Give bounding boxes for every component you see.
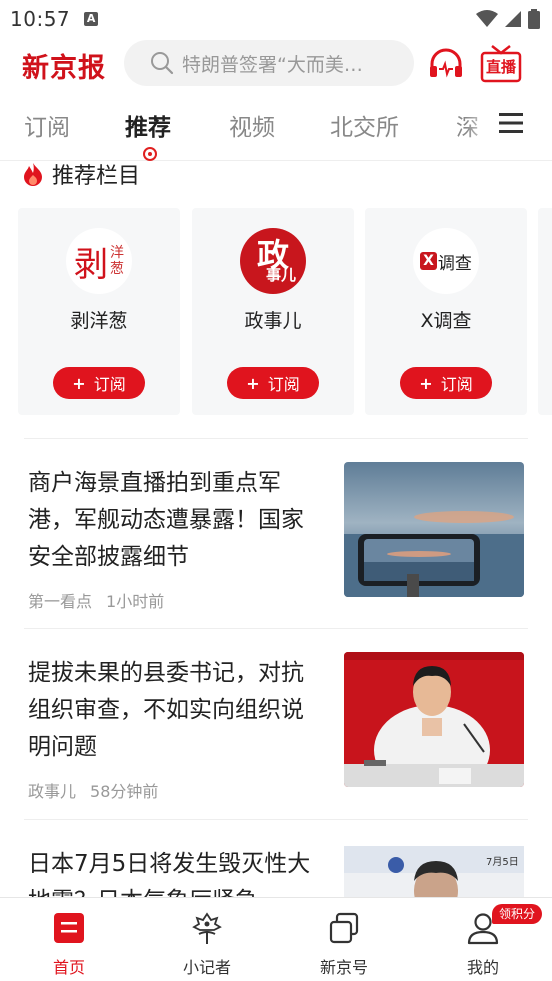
tab-subscribe[interactable]: 订阅 [24,108,70,142]
search-placeholder: 特朗普签署“大而美… [182,53,363,76]
seaside-phone-image [344,462,524,597]
column-name: 政事儿 [244,310,302,332]
flame-icon [24,163,42,186]
news-title: 提拔未果的县委书记，对抗组织审查，不如实向组织说明问题 [28,660,304,760]
column-card-zhengshier[interactable]: 政 事儿 政事儿 + 订阅 [192,208,354,415]
news-source: 第一看点 [28,592,93,611]
news-time: 58分钟前 [90,782,159,801]
section-divider [24,438,528,439]
nav-home[interactable]: 首页 [19,910,119,978]
column-name: 剥洋葱 [70,310,128,332]
column-logo-xdiaocha: X 调查 [413,228,479,294]
news-title: 商户海景直播拍到重点军港，军舰动态遭暴露！国家安全部披露细节 [28,470,304,570]
nav-young-reporter[interactable]: 小记者 [157,910,257,978]
official-meeting-image [344,652,524,787]
battery-icon [528,9,540,29]
news-meta: 政事儿 58分钟前 [28,778,158,802]
plus-icon: + [72,373,86,393]
channel-menu-icon[interactable] [498,110,524,136]
audio-headphone-icon[interactable] [426,44,466,84]
plus-icon: + [419,373,433,393]
column-card-boyangcong[interactable]: 剥 洋 葱 剥洋葱 + 订阅 [18,208,180,415]
column-name: X调查 [420,310,472,332]
tab-recommend[interactable]: 推荐 [125,108,171,142]
news-meta: 第一看点 1小时前 [28,588,164,612]
xinjinghao-icon [329,912,359,944]
news-thumbnail: 7月5日 [344,846,524,897]
notification-icon: A [84,12,99,26]
column-logo-zhengshier: 政 事儿 [240,228,306,294]
thumb-caption: 7月5日 [486,857,519,868]
home-icon [54,913,84,943]
subscribe-button[interactable]: + 订阅 [400,367,492,399]
tab-fade [466,100,496,148]
news-divider [24,628,528,629]
subscribe-button[interactable]: + 订阅 [53,367,145,399]
news-title: 日本7月5日将发生毁灭性大地震？日本气象厅紧急 [28,851,311,897]
news-thumbnail [344,462,524,597]
status-indicators [476,9,540,29]
nav-label: 我的 [466,958,499,977]
tab-bse[interactable]: 北交所 [330,108,399,142]
live-label: 直播 [485,58,516,76]
app-header: 新京报 特朗普签署“大而美… 直播 [0,38,552,90]
new-indicator-dot [143,147,157,161]
channel-tabs: 订阅 推荐 视频 北交所 深 [0,100,552,148]
plus-icon: + [246,373,260,393]
young-reporter-icon [192,912,222,944]
status-bar: 10:57 A [0,0,552,38]
tab-video[interactable]: 视频 [229,108,275,142]
news-source: 政事儿 [28,782,77,801]
news-divider [24,819,528,820]
app-logo[interactable]: 新京报 [22,46,106,85]
claim-points-badge[interactable]: 领积分 [492,904,543,924]
news-item[interactable]: 日本7月5日将发生毁灭性大地震？日本气象厅紧急 7月5日 [0,846,552,897]
news-time: 1小时前 [106,592,165,611]
nav-label: 首页 [52,958,85,977]
status-time: 10:57 [10,7,71,31]
nav-xinjinghao[interactable]: 新京号 [294,910,394,978]
cellular-signal-icon [505,11,521,27]
column-logo-boyangcong: 剥 洋 葱 [66,228,132,294]
nav-label: 小记者 [182,958,231,977]
column-card-xdiaocha[interactable]: X 调查 X调查 + 订阅 [365,208,527,415]
bottom-navigation: 首页 小记者 新京号 我的 [0,897,552,981]
nav-label: 新京号 [319,958,368,977]
live-broadcast-button[interactable]: 直播 [480,44,522,84]
recommended-header: 推荐栏目 [22,156,140,192]
subscribe-button[interactable]: + 订阅 [227,367,319,399]
recommended-title: 推荐栏目 [52,164,141,189]
search-bar[interactable]: 特朗普签署“大而美… [124,40,414,86]
wifi-icon [476,10,498,27]
column-card-next[interactable] [538,208,552,415]
search-icon [151,52,174,75]
news-thumbnail [344,652,524,787]
